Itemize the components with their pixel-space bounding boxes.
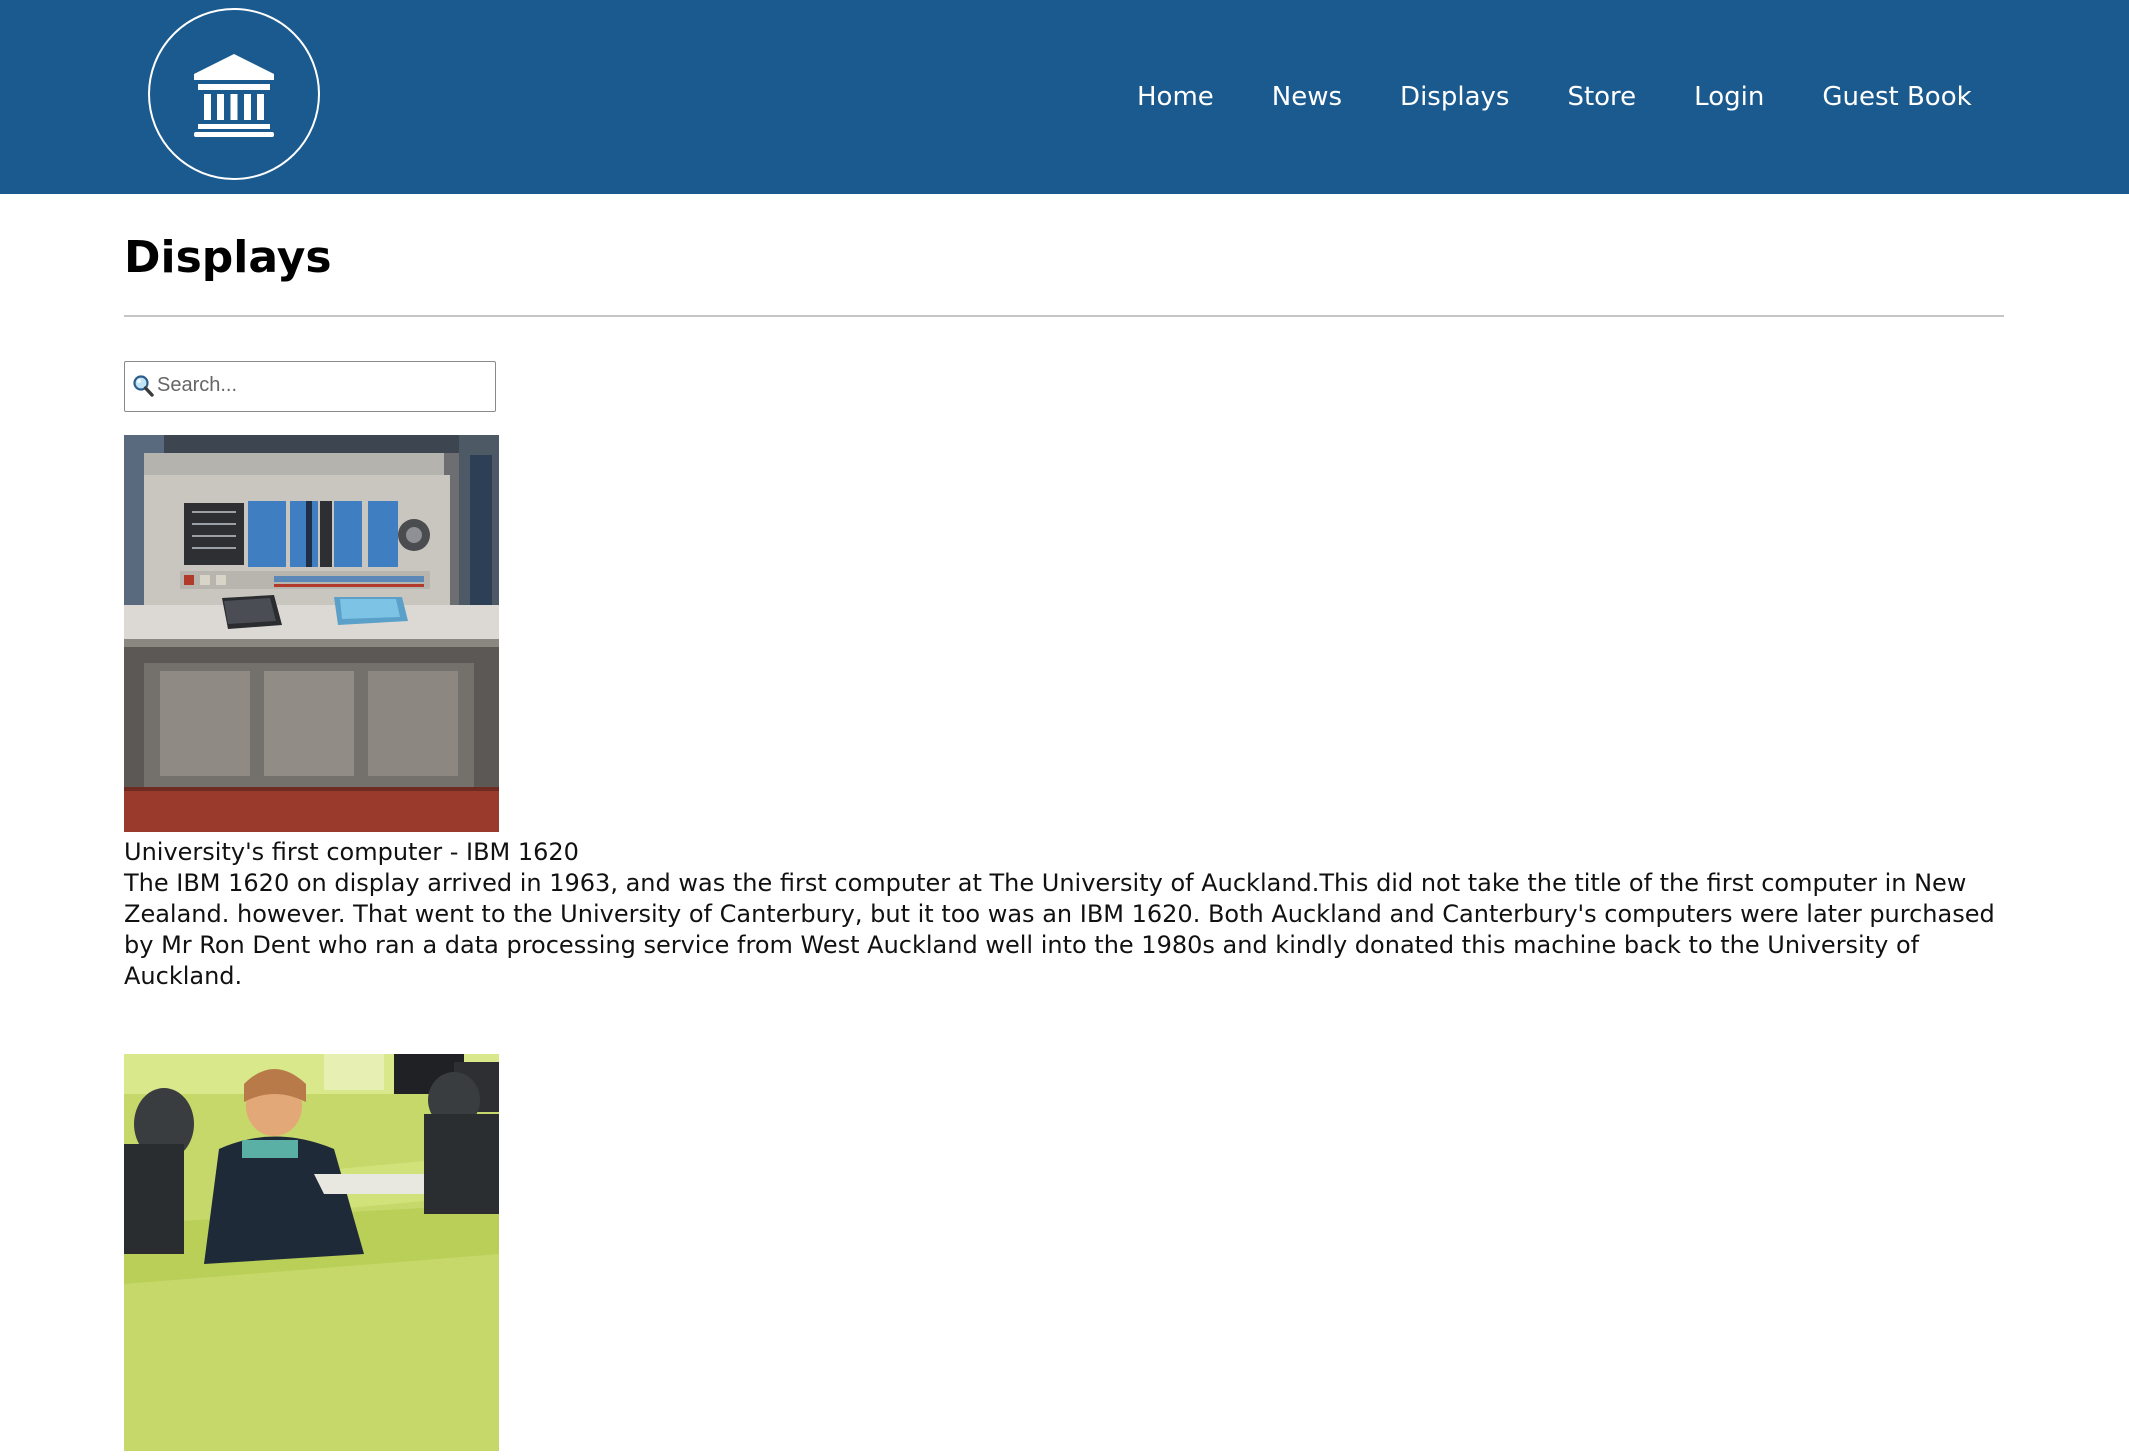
ibm-1620-photo[interactable] <box>124 434 499 832</box>
nav-store[interactable]: Store <box>1567 82 1636 112</box>
site-header: Home News Displays Store Login Guest Boo… <box>0 0 2129 194</box>
main-nav: Home News Displays Store Login Guest Boo… <box>1137 0 1972 194</box>
magnifier-icon <box>133 375 154 397</box>
main-content: Displays Search... University's first co… <box>124 194 2004 1456</box>
display-title: University's first computer - IBM 1620 <box>124 837 579 866</box>
nav-guest-book[interactable]: Guest Book <box>1822 82 1971 112</box>
nav-news[interactable]: News <box>1272 82 1342 112</box>
nav-displays[interactable]: Displays <box>1400 82 1509 112</box>
museum-building-icon <box>194 54 274 137</box>
display-item: University's first computer - IBM 1620 T… <box>124 434 2004 992</box>
site-logo[interactable] <box>148 8 320 180</box>
classroom-photo[interactable] <box>124 1053 499 1451</box>
title-divider <box>124 314 2004 317</box>
display-item <box>124 1053 2004 1451</box>
display-description: The IBM 1620 on display arrived in 1963,… <box>124 868 1995 990</box>
nav-home[interactable]: Home <box>1137 82 1214 112</box>
search-input[interactable] <box>157 361 487 410</box>
nav-login[interactable]: Login <box>1694 82 1764 112</box>
search-box[interactable] <box>124 360 496 412</box>
page-title: Displays <box>124 232 332 283</box>
